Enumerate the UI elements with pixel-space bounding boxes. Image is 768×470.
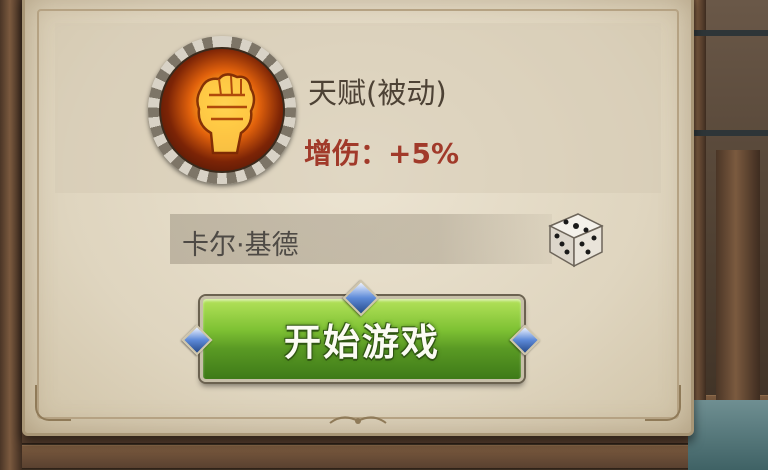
character-name-field[interactable]: 卡尔·基德 (170, 214, 552, 264)
corner-ornament (35, 385, 71, 421)
scroll-ornament-icon (329, 416, 387, 424)
talent-skill-badge[interactable] (148, 36, 296, 184)
damage-bonus-text: 增伤：+5% (304, 137, 459, 170)
start-game-label: 开始游戏 (284, 321, 440, 364)
talent-label: 天赋(被动) (308, 76, 447, 110)
corner-ornament (645, 385, 681, 421)
flaming-fist-icon (159, 47, 285, 173)
dice-icon[interactable] (544, 208, 606, 270)
wooden-post (0, 0, 22, 470)
dock-plank (0, 445, 768, 469)
water (688, 400, 768, 470)
character-name-value[interactable]: 卡尔·基德 (182, 223, 299, 262)
